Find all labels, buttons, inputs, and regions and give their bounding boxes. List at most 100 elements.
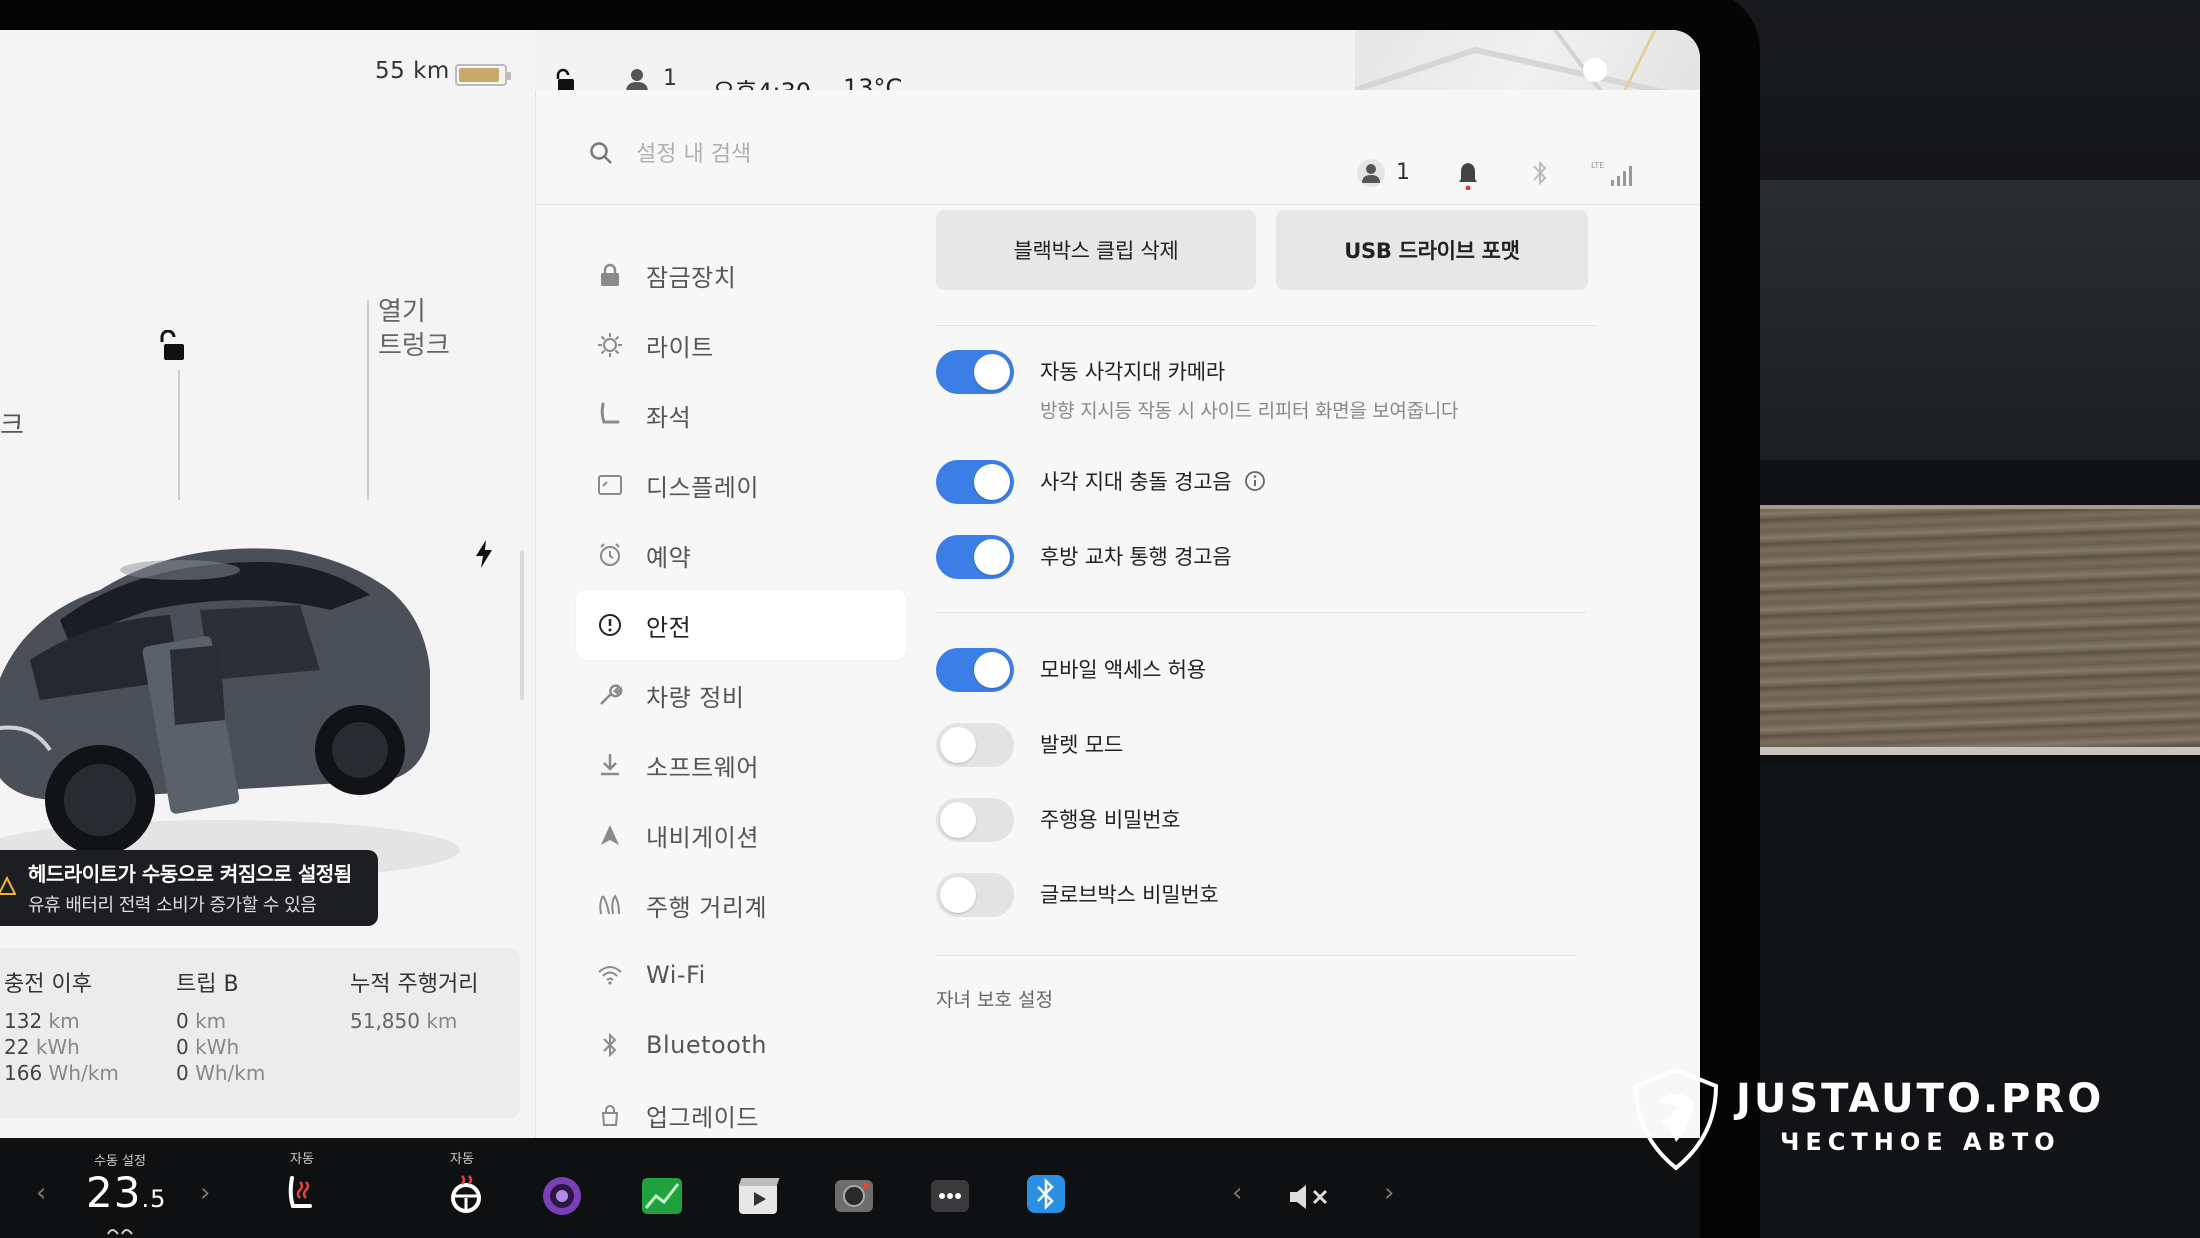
seat-heater-icon[interactable]	[280, 1172, 324, 1216]
nav-label: Bluetooth	[646, 1031, 768, 1059]
delete-dashcam-clips-button[interactable]: 블랙박스 클립 삭제	[936, 210, 1256, 290]
blindspot-camera-toggle[interactable]	[936, 350, 1014, 394]
light-icon	[598, 333, 622, 357]
notification-bell-icon[interactable]	[1456, 160, 1480, 190]
bluetooth-status-icon[interactable]	[1530, 158, 1550, 188]
efficiency-unit: Wh/km	[195, 1061, 266, 1085]
volume-up-chevron[interactable]: ›	[1384, 1178, 1394, 1208]
nav-label: 라이트	[646, 333, 714, 362]
seat-heat-caption: 자동	[290, 1152, 314, 1167]
theater-app-icon[interactable]	[736, 1174, 780, 1218]
volume-down-chevron[interactable]: ‹	[1232, 1178, 1242, 1208]
charge-port-icon[interactable]	[472, 538, 496, 570]
scroll-indicator	[520, 550, 524, 700]
headlight-alert[interactable]: 헤드라이트가 수동으로 켜짐으로 설정됨 유휴 배터리 전력 소비가 증가할 수…	[0, 850, 378, 926]
wifi-icon	[598, 966, 622, 985]
nav-item-wifi[interactable]: Wi-Fi	[576, 940, 906, 1010]
display-icon	[598, 475, 622, 495]
toggle-row-mobile-access[interactable]: 모바일 액세스 허용	[936, 648, 1206, 692]
temp-decimal: .5	[141, 1185, 167, 1213]
nav-item-display[interactable]: 디스플레이	[576, 450, 906, 520]
car-model-image	[0, 548, 460, 880]
blindspot-chime-toggle[interactable]	[936, 460, 1014, 504]
volume-muted-icon[interactable]	[1288, 1182, 1334, 1212]
glovebox-pin-toggle[interactable]	[936, 873, 1014, 917]
more-apps-icon[interactable]	[928, 1174, 972, 1218]
nav-item-navigation[interactable]: 내비게이션	[576, 800, 906, 870]
steering-wheel-heater-icon[interactable]	[444, 1172, 488, 1216]
toggle-row-cross-traffic[interactable]: 후방 교차 통행 경고음	[936, 535, 1232, 579]
dashboard-trim	[1750, 180, 2200, 460]
divider	[936, 612, 1586, 613]
temp-down-chevron[interactable]: ‹	[36, 1178, 46, 1208]
nav-label: 디스플레이	[646, 473, 759, 502]
valet-mode-toggle[interactable]	[936, 723, 1014, 767]
divider	[936, 955, 1576, 956]
seat-icon	[600, 402, 620, 424]
justauto-logo-icon	[1633, 1067, 1719, 1171]
unlock-icon[interactable]	[158, 330, 190, 362]
trip-b-column: 트립 B 0 km 0 kWh 0 Wh/km	[176, 966, 265, 1086]
driver-profile-count[interactable]: 1	[663, 66, 677, 91]
settings-search-input[interactable]	[636, 134, 936, 174]
settings-nav: 잠금장치 라이트 좌석 디스플레이 예약 안전 차량 정비 소프트웨어 내비게이…	[576, 240, 906, 1150]
bluetooth-app-icon[interactable]	[1024, 1172, 1068, 1216]
nav-item-seats[interactable]: 좌석	[576, 380, 906, 450]
lte-signal-icon: LTE	[1591, 161, 1632, 186]
nav-item-software[interactable]: 소프트웨어	[576, 730, 906, 800]
frunk-label[interactable]: 크	[0, 405, 24, 442]
open-trunk-button[interactable]: 열기 트렁크	[378, 295, 450, 363]
trip-summary: 충전 이후 132 km 22 kWh 166 Wh/km 트립 B 0 km …	[0, 948, 520, 1118]
cabin-temperature[interactable]: 23.5	[86, 1168, 166, 1217]
watermark-line2: ЧЕСТНОЕ АВТО	[1780, 1128, 2061, 1156]
defrost-icon[interactable]	[104, 1224, 144, 1238]
nav-item-schedule[interactable]: 예약	[576, 520, 906, 590]
energy-unit: kWh	[35, 1035, 80, 1059]
trips-icon	[599, 894, 620, 915]
toggle-label: 모바일 액세스 허용	[1040, 658, 1206, 682]
safety-icon	[599, 614, 621, 636]
driver-profile-icon[interactable]	[1356, 158, 1386, 188]
battery-icon	[455, 64, 511, 86]
temp-up-chevron[interactable]: ›	[200, 1178, 210, 1208]
toggle-label: 자동 사각지대 카메라	[1040, 360, 1226, 384]
wheel-heat-caption: 자동	[450, 1152, 474, 1167]
toggle-row-valet-mode[interactable]: 발렛 모드	[936, 723, 1123, 767]
since-charge-column: 충전 이후 132 km 22 kWh 166 Wh/km	[4, 966, 119, 1086]
download-icon	[601, 754, 619, 776]
nav-item-trips[interactable]: 주행 거리계	[576, 870, 906, 940]
cross-traffic-toggle[interactable]	[936, 535, 1014, 579]
watermark-line1: JUSTAUTO.PRO	[1736, 1076, 2105, 1122]
nav-item-bluetooth[interactable]: Bluetooth	[576, 1010, 906, 1080]
nav-label: 잠금장치	[646, 263, 737, 292]
navigation-icon	[601, 825, 619, 845]
toggle-label: 주행용 비밀번호	[1040, 808, 1181, 832]
toggle-row-blindspot-camera[interactable]: 자동 사각지대 카메라 방향 지시등 작동 시 사이드 리피터 화면을 보여줍니…	[936, 350, 1458, 423]
search-icon[interactable]	[588, 140, 614, 166]
nav-item-lights[interactable]: 라이트	[576, 310, 906, 380]
nav-label: 안전	[646, 613, 692, 642]
format-usb-button[interactable]: USB 드라이브 포맷	[1276, 210, 1588, 290]
settings-panel: 1 LTE 잠금장치	[535, 90, 1700, 1140]
odometer-column: 누적 주행거리 51,850 km	[350, 966, 478, 1034]
info-icon[interactable]	[1244, 470, 1266, 492]
lock-icon	[601, 263, 619, 286]
dashcam-app-icon[interactable]	[832, 1174, 876, 1218]
camera-app-icon[interactable]	[540, 1174, 584, 1218]
trip-b-distance: 0	[176, 1009, 189, 1033]
pin-to-drive-toggle[interactable]	[936, 798, 1014, 842]
temp-whole: 23	[86, 1168, 142, 1217]
toggle-row-pin-to-drive[interactable]: 주행용 비밀번호	[936, 798, 1181, 842]
trip-b-efficiency: 0	[176, 1061, 189, 1085]
nav-item-safety[interactable]: 안전	[576, 590, 906, 660]
distance-unit: km	[48, 1009, 80, 1033]
toggle-row-glovebox-pin[interactable]: 글로브박스 비밀번호	[936, 873, 1219, 917]
energy-app-icon[interactable]	[640, 1174, 684, 1218]
nav-item-service[interactable]: 차량 정비	[576, 660, 906, 730]
nav-item-locks[interactable]: 잠금장치	[576, 240, 906, 310]
since-charge-label: 충전 이후	[4, 972, 92, 997]
mobile-access-toggle[interactable]	[936, 648, 1014, 692]
distance-unit: km	[195, 1009, 227, 1033]
driver-profile-count[interactable]: 1	[1396, 160, 1410, 185]
toggle-row-blindspot-chime[interactable]: 사각 지대 충돌 경고음	[936, 460, 1266, 504]
